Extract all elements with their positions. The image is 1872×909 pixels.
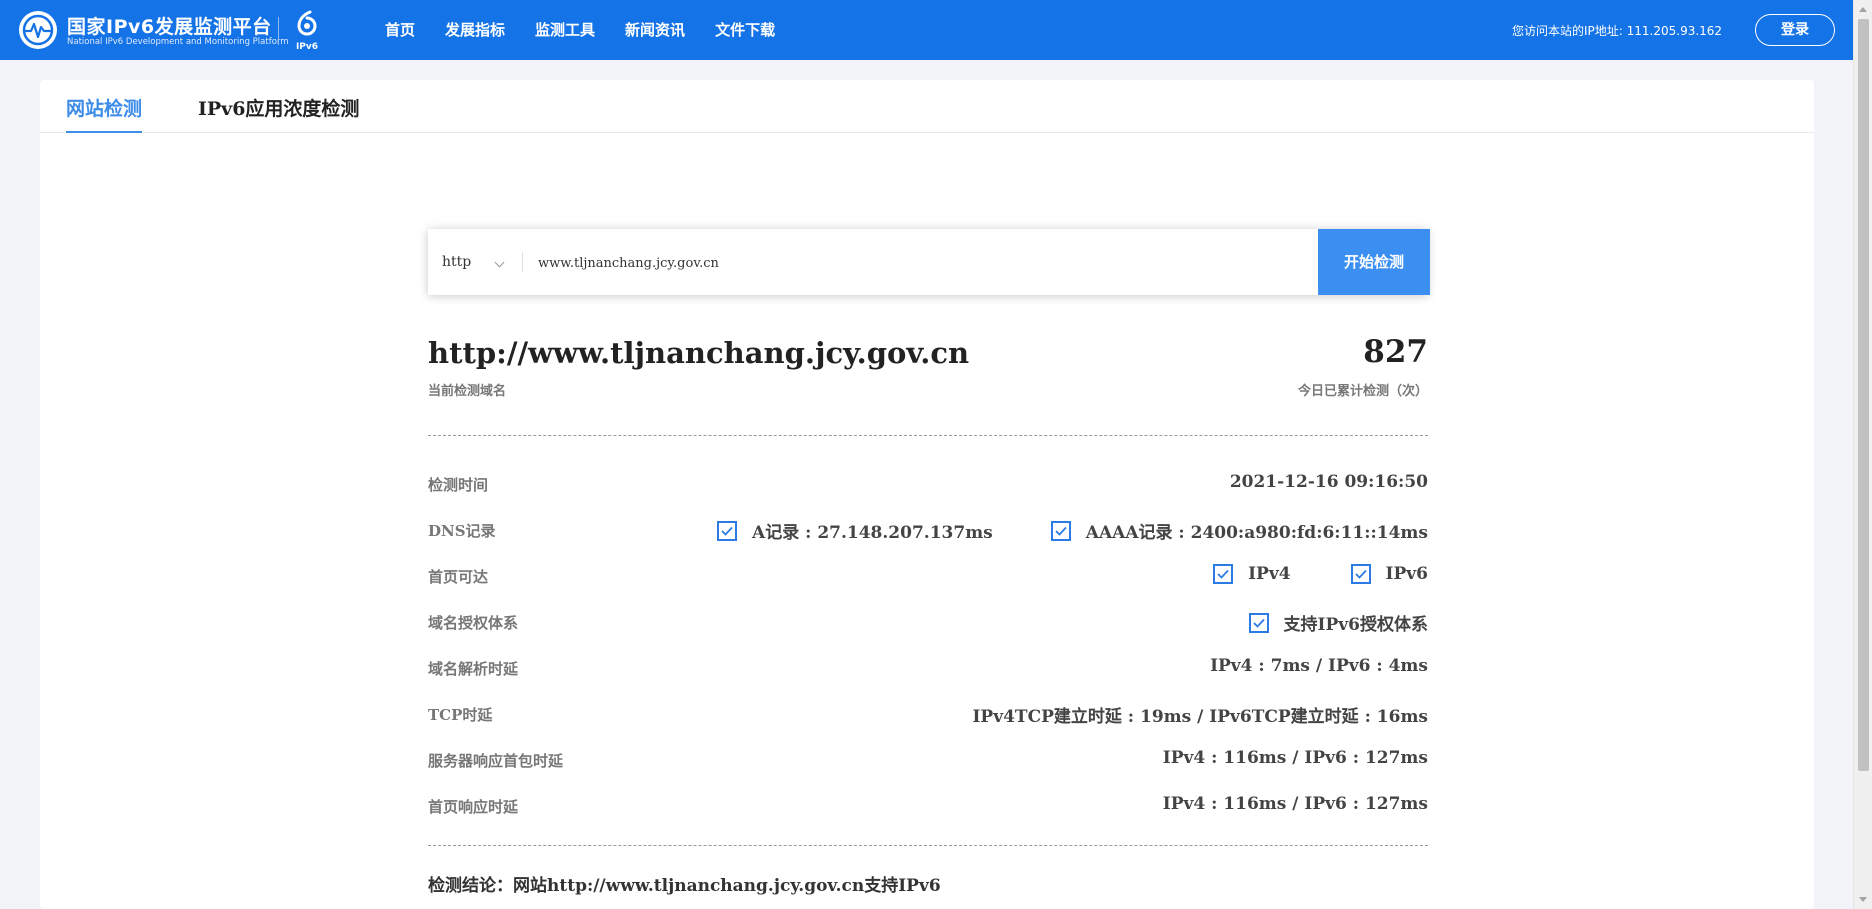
dns-latency-label: 域名解析时延 [428, 660, 519, 678]
reach-ipv4: IPv4 [1213, 564, 1291, 584]
today-count: 827 [1363, 334, 1428, 370]
divider-top [428, 435, 1428, 436]
top-navbar: 国家IPv6发展监测平台 National IPv6 Development a… [0, 0, 1853, 60]
main-nav: 首页 发展指标 监测工具 新闻资讯 文件下载 [385, 0, 805, 60]
today-count-label: 今日已累计检测（次） [1297, 384, 1428, 399]
detection-search-bar: http 开始检测 [428, 229, 1430, 295]
auth-support-text: 支持IPv6授权体系 [1283, 615, 1428, 635]
ipv6-logo-label: IPv6 [295, 42, 319, 52]
globe-pulse-logo-icon[interactable] [19, 11, 57, 49]
nav-home[interactable]: 首页 [385, 0, 415, 60]
auth-values: 支持IPv6授权体系 [1248, 610, 1428, 635]
reach-values: IPv4 IPv6 [1213, 564, 1428, 584]
checkbox-checked-icon [717, 520, 738, 541]
nav-indicators[interactable]: 发展指标 [445, 0, 505, 60]
detection-time-value: 2021-12-16 09:16:50 [1229, 472, 1428, 492]
first-packet-value: IPv4 : 116ms / IPv6 : 127ms [1162, 748, 1428, 768]
row-homepage-reachable: 首页可达 IPv4 IPv6 [428, 560, 1428, 590]
a-record-text: A记录 : 27.148.207.137ms [752, 523, 993, 543]
current-domain: http://www.tljnanchang.jcy.gov.cn [428, 336, 970, 370]
scroll-thumb[interactable] [1858, 19, 1869, 771]
site-title[interactable]: 国家IPv6发展监测平台 [67, 12, 272, 39]
checkbox-checked-icon [1248, 612, 1269, 633]
dns-latency-value: IPv4 : 7ms / IPv6 : 4ms [1210, 656, 1428, 676]
tcp-latency-label: TCP时延 [428, 706, 493, 724]
nav-downloads[interactable]: 文件下载 [715, 0, 775, 60]
aaaa-record-text: AAAA记录 : 2400:a980:fd:6:11::14ms [1085, 523, 1428, 543]
detection-card: 网站检测 IPv6应用浓度检测 http 开始检测 http://www.tlj… [40, 80, 1814, 909]
detection-conclusion: 检测结论：网站http://www.tljnanchang.jcy.gov.cn… [428, 876, 941, 896]
nav-news[interactable]: 新闻资讯 [625, 0, 685, 60]
page-response-value: IPv4 : 116ms / IPv6 : 127ms [1162, 794, 1428, 814]
select-divider [522, 252, 523, 272]
row-tcp-latency: TCP时延 IPv4TCP建立时延 : 19ms / IPv6TCP建立时延 :… [428, 698, 1428, 728]
row-domain-auth: 域名授权体系 支持IPv6授权体系 [428, 606, 1428, 636]
dns-a-record: A记录 : 27.148.207.137ms [717, 518, 993, 543]
row-first-packet-latency: 服务器响应首包时延 IPv4 : 116ms / IPv6 : 127ms [428, 744, 1428, 774]
tcp-latency-value: IPv4TCP建立时延 : 19ms / IPv6TCP建立时延 : 16ms [972, 707, 1428, 727]
tab-bar: 网站检测 IPv6应用浓度检测 [40, 80, 1814, 133]
nav-monitoring-tools[interactable]: 监测工具 [535, 0, 595, 60]
divider-bottom [428, 845, 1428, 846]
auth-support: 支持IPv6授权体系 [1248, 610, 1428, 635]
checkbox-checked-icon [1350, 564, 1371, 584]
ipv6-logo-icon: IPv6 [290, 9, 324, 53]
login-button[interactable]: 登录 [1755, 14, 1835, 46]
protocol-select[interactable]: http [442, 229, 505, 295]
row-dns-latency: 域名解析时延 IPv4 : 7ms / IPv6 : 4ms [428, 652, 1428, 682]
row-dns-records: DNS记录 A记录 : 27.148.207.137ms AAAA记录 : 24… [428, 514, 1428, 544]
chevron-down-icon [494, 257, 505, 268]
start-detection-button[interactable]: 开始检测 [1318, 229, 1430, 295]
row-detection-time: 检测时间 2021-12-16 09:16:50 [428, 468, 1428, 498]
first-packet-label: 服务器响应首包时延 [428, 752, 564, 770]
auth-label: 域名授权体系 [428, 614, 519, 632]
detection-time-label: 检测时间 [428, 476, 489, 494]
tab-ipv6-app-concentration[interactable]: IPv6应用浓度检测 [198, 94, 359, 121]
protocol-select-value: http [442, 254, 472, 270]
dns-aaaa-record: AAAA记录 : 2400:a980:fd:6:11::14ms [1050, 518, 1428, 543]
checkbox-checked-icon [1050, 520, 1071, 541]
dns-label: DNS记录 [428, 522, 496, 540]
reach-ipv4-text: IPv4 [1248, 564, 1291, 584]
scroll-down-arrow-icon[interactable] [1859, 897, 1867, 902]
reach-ipv6-text: IPv6 [1385, 564, 1428, 584]
reach-ipv6: IPv6 [1350, 564, 1428, 584]
logo-divider [278, 17, 279, 45]
tab-website-detection[interactable]: 网站检测 [66, 94, 143, 133]
page-scrollbar[interactable] [1853, 0, 1872, 909]
row-page-response-latency: 首页响应时延 IPv4 : 116ms / IPv6 : 127ms [428, 790, 1428, 820]
url-input[interactable] [536, 245, 1160, 281]
dns-values: A记录 : 27.148.207.137ms AAAA记录 : 2400:a98… [717, 518, 1428, 543]
scroll-up-arrow-icon[interactable] [1859, 7, 1867, 12]
current-domain-label: 当前检测域名 [428, 384, 507, 399]
checkbox-checked-icon [1213, 564, 1234, 584]
page-response-label: 首页响应时延 [428, 798, 519, 816]
site-subtitle: National IPv6 Development and Monitoring… [67, 37, 289, 47]
reach-label: 首页可达 [428, 568, 489, 586]
visitor-ip-note: 您访问本站的IP地址: 111.205.93.162 [1512, 24, 1723, 38]
